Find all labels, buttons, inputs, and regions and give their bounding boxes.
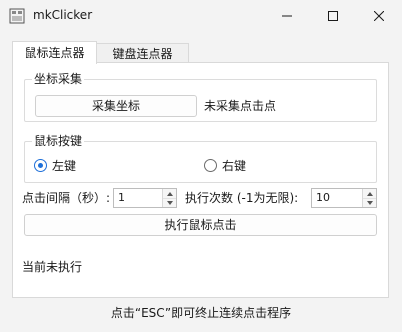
title-bar: mkClicker <box>0 0 402 31</box>
capture-status: 未采集点击点 <box>204 99 277 113</box>
run-mouse-click-button[interactable]: 执行鼠标点击 <box>24 214 377 236</box>
radio-selected-icon <box>34 159 47 172</box>
left-button-radio[interactable]: 左键 <box>34 157 76 174</box>
coord-capture-legend: 坐标采集 <box>32 71 85 87</box>
mouse-button-group: 鼠标按键 左键 右键 <box>24 133 377 183</box>
count-value: 10 <box>316 191 330 204</box>
interval-decrement[interactable] <box>163 198 176 207</box>
interval-spinbox[interactable]: 1 <box>113 188 177 208</box>
chevron-down-icon <box>166 200 173 205</box>
count-label: 执行次数 (-1为无限): <box>185 191 299 205</box>
interval-stepper <box>162 189 176 207</box>
interval-value: 1 <box>118 191 125 204</box>
chevron-up-icon <box>366 191 373 196</box>
chevron-up-icon <box>166 191 173 196</box>
app-icon <box>9 8 25 24</box>
coord-capture-group: 坐标采集 采集坐标 未采集点击点 <box>24 71 377 122</box>
radio-unselected-icon <box>204 159 217 172</box>
tab-keyboard-clicker[interactable]: 键盘连点器 <box>97 43 189 63</box>
window-title: mkClicker <box>33 8 93 22</box>
right-button-label: 右键 <box>222 159 247 173</box>
run-status: 当前未执行 <box>22 260 83 274</box>
tab-panel: 坐标采集 采集坐标 未采集点击点 鼠标按键 左键 右键 点击间隔（秒）: 1 执… <box>12 62 389 298</box>
minimize-button[interactable] <box>264 0 310 31</box>
close-icon <box>374 10 384 21</box>
count-spinbox[interactable]: 10 <box>311 188 377 208</box>
tab-mouse-clicker[interactable]: 鼠标连点器 <box>12 41 97 64</box>
right-button-radio[interactable]: 右键 <box>204 157 246 174</box>
maximize-button[interactable] <box>310 0 356 31</box>
count-decrement[interactable] <box>363 198 376 207</box>
left-button-label: 左键 <box>52 159 77 173</box>
chevron-down-icon <box>366 200 373 205</box>
mouse-button-legend: 鼠标按键 <box>32 133 85 149</box>
capture-coords-button[interactable]: 采集坐标 <box>35 95 197 117</box>
minimize-icon <box>282 15 292 16</box>
count-stepper <box>362 189 376 207</box>
close-button[interactable] <box>356 0 402 31</box>
maximize-icon <box>328 10 338 21</box>
footer-hint: 点击“ESC”即可终止连续点击程序 <box>110 306 292 320</box>
interval-label: 点击间隔（秒）: <box>22 191 111 205</box>
